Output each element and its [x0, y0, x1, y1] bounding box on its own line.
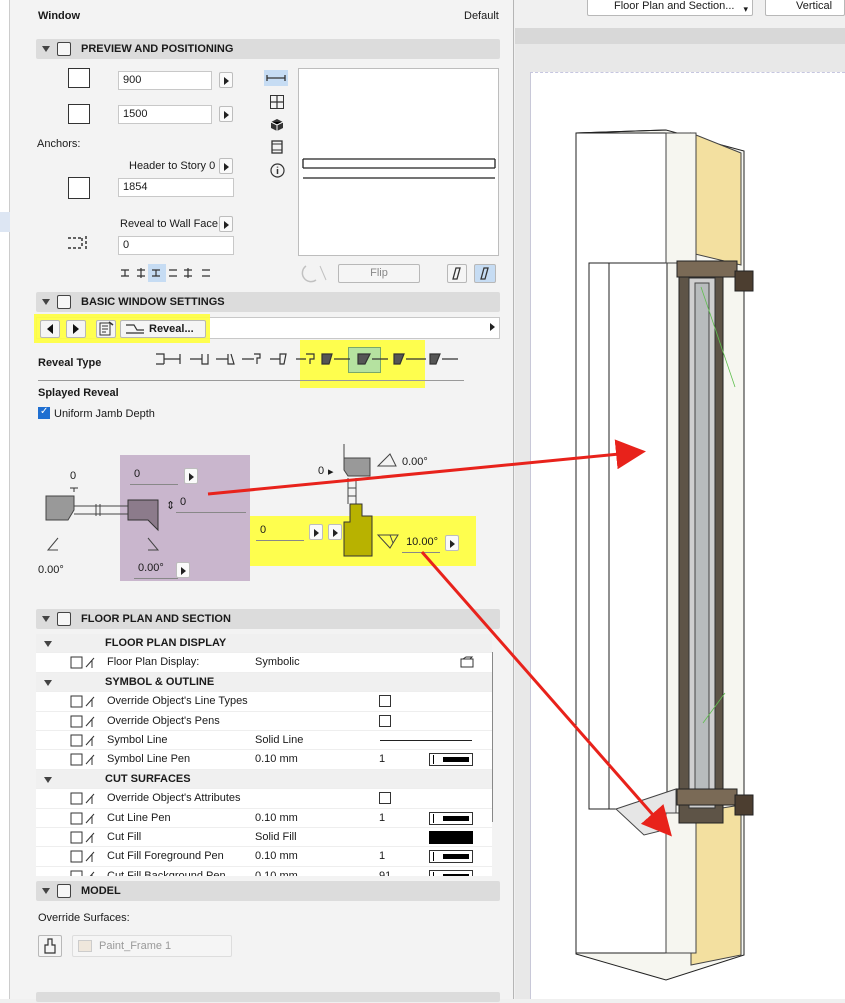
property-row[interactable]: Cut Fill Foreground Pen 0.10 mm 1 [36, 847, 492, 867]
property-name: Floor Plan Display: [107, 656, 200, 669]
property-checkbox[interactable] [379, 714, 391, 727]
property-icon [70, 734, 100, 747]
override-surfaces-label: Override Surfaces: [38, 912, 130, 924]
property-value[interactable]: Solid Fill [255, 831, 297, 843]
paint-brush-button[interactable] [38, 935, 62, 957]
collapse-triangle-icon[interactable] [44, 679, 52, 686]
orientation-dropdown[interactable]: Vertical [765, 0, 845, 16]
pen-number[interactable]: 91 [379, 870, 391, 876]
property-row[interactable]: Floor Plan Display: Symbolic [36, 653, 492, 673]
property-row[interactable]: Cut Line Pen 0.10 mm 1 [36, 808, 492, 828]
property-row[interactable]: Symbol Line Pen 0.10 mm 1 [36, 750, 492, 770]
section-label: FLOOR PLAN DISPLAY [105, 637, 227, 649]
left-app-strip [0, 0, 10, 999]
property-icon [70, 831, 100, 844]
property-row[interactable]: Cut Fill Background Pen 0.10 mm 91 [36, 866, 492, 876]
property-name: Override Object's Attributes [107, 792, 241, 805]
window-3d-model [575, 129, 754, 981]
property-name: Cut Fill [107, 831, 142, 843]
line-type-preview[interactable] [380, 740, 472, 741]
property-row[interactable]: Override Object's Attributes [36, 789, 492, 809]
section-label: SYMBOL & OUTLINE [105, 675, 215, 688]
property-row[interactable]: Override Object's Line Types [36, 692, 492, 712]
model-header[interactable]: MODEL [36, 881, 500, 901]
collapse-triangle-icon[interactable] [44, 776, 52, 783]
next-section-header[interactable] [36, 992, 500, 1002]
property-row[interactable]: Cut Fill Solid Fill [36, 828, 492, 848]
property-icon [70, 792, 100, 805]
pen-swatch[interactable] [429, 869, 473, 876]
property-icon [70, 715, 100, 728]
property-name: Cut Fill Foreground Pen [107, 850, 224, 863]
property-row[interactable]: Symbol Line Solid Line [36, 731, 492, 751]
property-name: Cut Fill Background Pen [107, 869, 226, 876]
property-value[interactable]: Solid Line [255, 734, 303, 746]
property-icon [70, 695, 100, 708]
display-mode-icon[interactable] [460, 656, 474, 668]
section-label: CUT SURFACES [105, 772, 191, 785]
property-value[interactable]: 0.10 mm [255, 812, 298, 824]
property-icon [70, 656, 100, 669]
property-name: Symbol Line Pen [107, 753, 191, 766]
property-checkbox[interactable] [379, 792, 391, 805]
model-icon [57, 884, 71, 898]
property-row[interactable]: Override Object's Pens [36, 711, 492, 731]
floorplan-section-dropdown[interactable]: Floor Plan and Section... ▾ [587, 0, 753, 16]
property-name: Override Object's Line Types [107, 695, 248, 708]
property-section[interactable]: SYMBOL & OUTLINE [36, 672, 492, 693]
property-value[interactable]: 0.10 mm [255, 753, 298, 765]
property-name: Cut Line Pen [107, 811, 171, 824]
surface-swatch [78, 940, 92, 952]
property-name: Override Object's Pens [107, 714, 220, 727]
property-value[interactable]: 0.10 mm [255, 870, 298, 876]
pen-number[interactable]: 1 [379, 850, 385, 862]
property-value[interactable]: 0.10 mm [255, 850, 298, 862]
collapse-triangle-icon[interactable] [44, 641, 52, 647]
chevron-down-icon: ▾ [743, 4, 748, 14]
3d-canvas [530, 72, 845, 999]
property-section[interactable]: CUT SURFACES [36, 769, 492, 790]
pen-swatch[interactable] [429, 850, 473, 864]
window-settings-panel: Window Default PREVIEW AND POSITIONING 9… [10, 0, 514, 1002]
property-value[interactable]: Symbolic [255, 656, 300, 668]
property-icon [70, 812, 100, 825]
collapse-triangle-icon [42, 888, 50, 894]
viewport-tab-strip [515, 28, 845, 44]
property-icon [70, 753, 100, 766]
fill-swatch[interactable] [429, 831, 473, 844]
property-icon [70, 850, 100, 863]
surface-dropdown[interactable]: Paint_Frame 1 [72, 935, 232, 957]
pen-number[interactable]: 1 [379, 753, 385, 765]
3d-viewport[interactable]: Floor Plan and Section... ▾ Vertical [515, 0, 845, 999]
property-name: Symbol Line [107, 734, 168, 746]
floor-plan-properties-list: FLOOR PLAN DISPLAY Floor Plan Display: Sym… [10, 0, 514, 876]
property-section[interactable]: FLOOR PLAN DISPLAY [36, 634, 492, 654]
pen-swatch[interactable] [429, 753, 473, 767]
property-checkbox[interactable] [379, 695, 391, 708]
property-icon [70, 870, 100, 876]
pen-number[interactable]: 1 [379, 812, 385, 824]
pen-swatch[interactable] [429, 811, 473, 825]
